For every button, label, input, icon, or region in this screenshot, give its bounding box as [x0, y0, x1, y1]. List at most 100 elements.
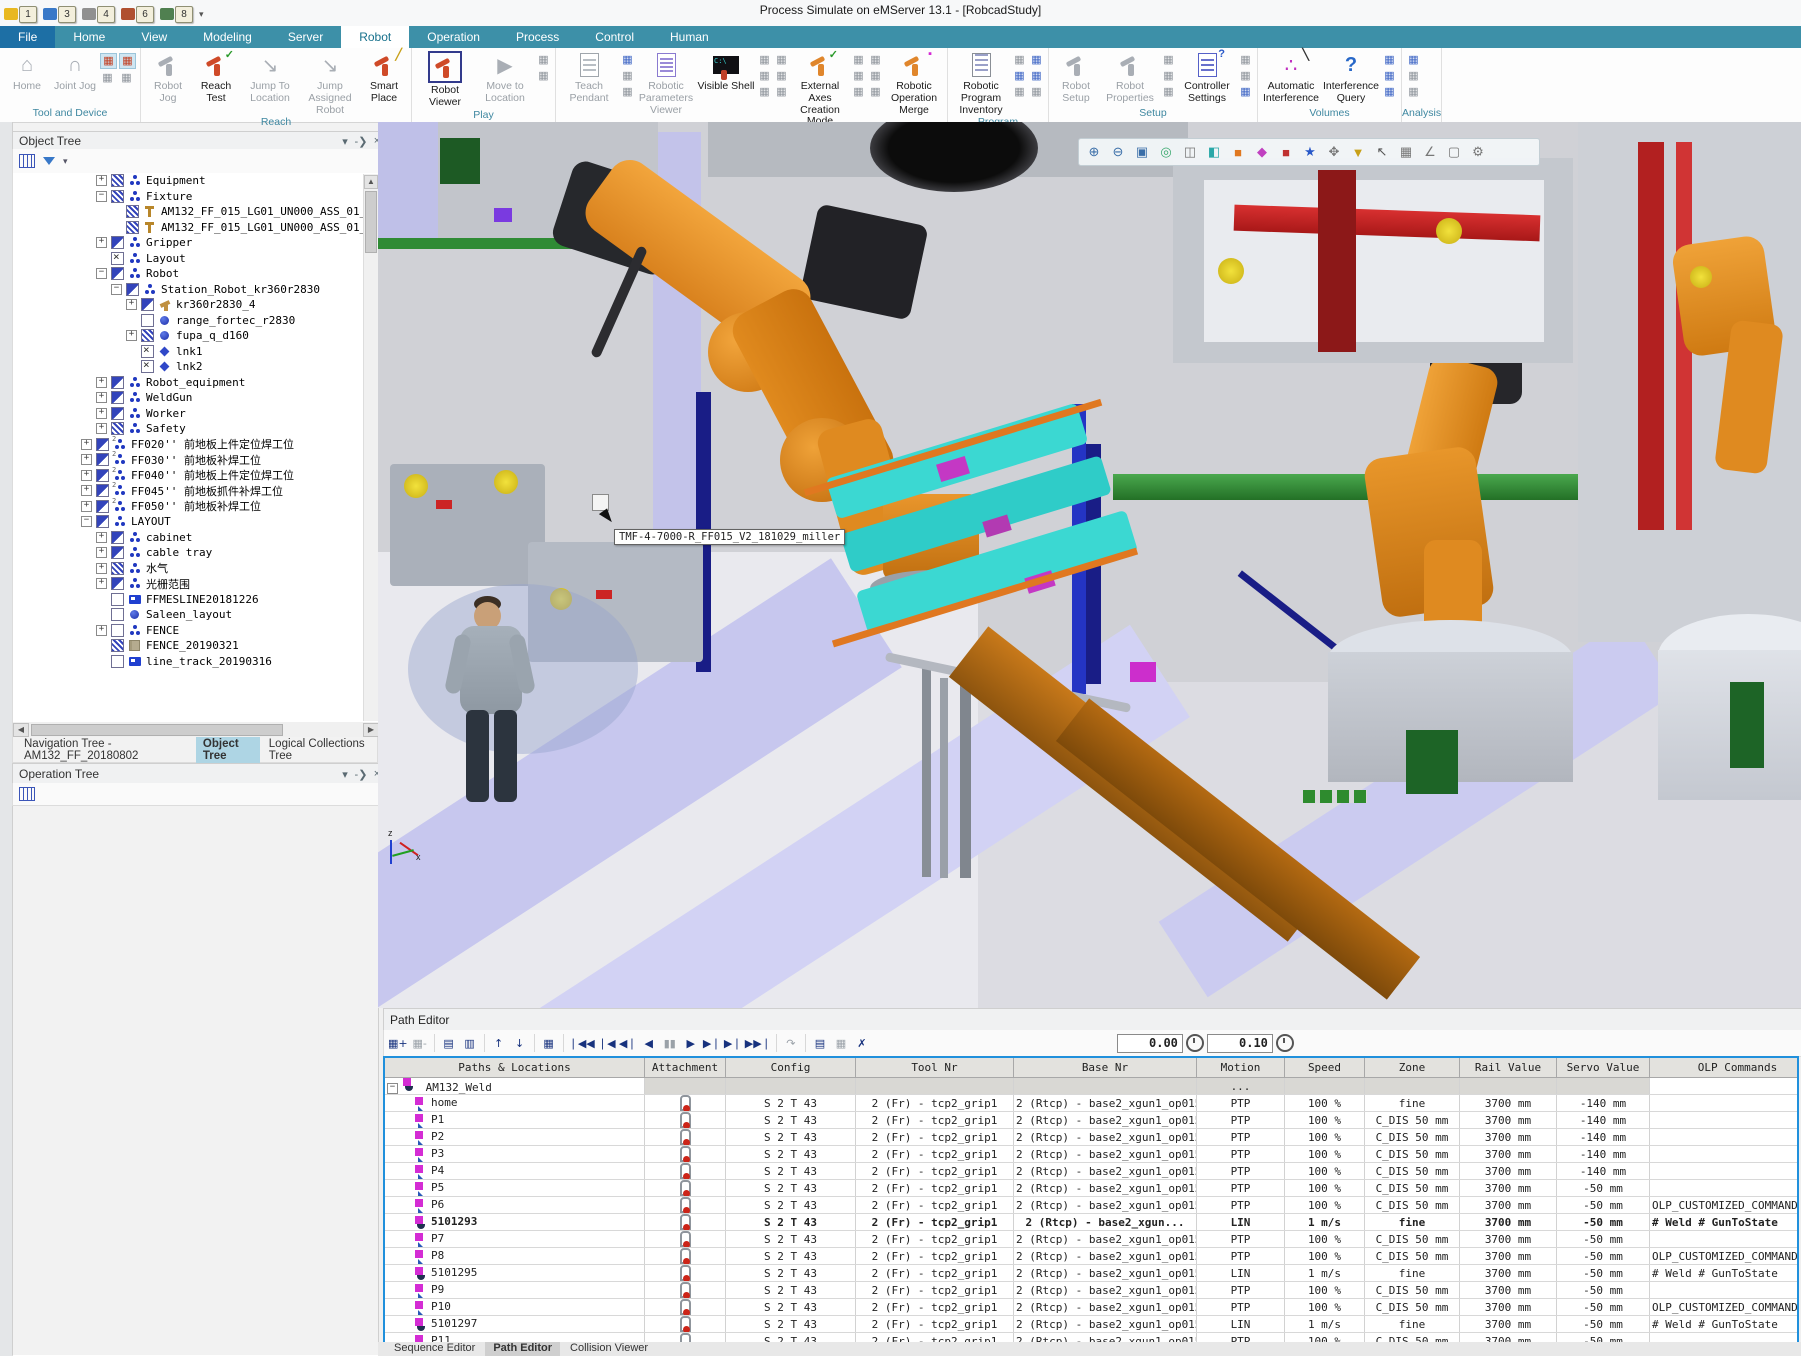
quick-access-item[interactable]: 8 [160, 6, 193, 23]
jump-to-location-button[interactable]: ↘Jump To Location [241, 50, 299, 105]
expand-toggle-icon[interactable]: + [96, 532, 107, 543]
swept-arc-icon[interactable]: ▦ [1382, 85, 1397, 99]
expand-toggle-icon[interactable]: + [81, 439, 92, 450]
doc-up-icon[interactable]: ▦ [1238, 53, 1253, 67]
table-row[interactable]: 5101293S 2 T 432 (Fr) - tcp2_grip12 (Rtc… [385, 1214, 1799, 1231]
checkbox[interactable] [141, 314, 154, 327]
tree-item[interactable]: FENCE_20190321 [13, 638, 379, 654]
quick-access-item[interactable]: 4 [82, 6, 115, 23]
expand-toggle-icon[interactable]: + [96, 392, 107, 403]
operation-merge-button[interactable]: ▪Robotic Operation Merge [885, 50, 943, 116]
checkbox[interactable] [111, 639, 124, 652]
table-row[interactable]: P5S 2 T 432 (Fr) - tcp2_grip12 (Rtcp) - … [385, 1180, 1799, 1197]
expand-toggle-icon[interactable]: + [96, 563, 107, 574]
ring-icon[interactable]: ▦ [1161, 69, 1176, 83]
checkbox[interactable] [111, 267, 124, 280]
expand-toggle-icon[interactable]: + [96, 423, 107, 434]
quick-access-item[interactable]: 6 [121, 6, 154, 23]
tree-item[interactable]: −Robot [13, 266, 379, 282]
column-header-base-nr[interactable]: Base Nr [1014, 1058, 1197, 1078]
checkbox[interactable] [96, 438, 109, 451]
expand-toggle-icon[interactable]: + [96, 408, 107, 419]
expand-toggle-icon[interactable]: − [96, 191, 107, 202]
tree-item[interactable]: AM132_FF_015_LG01_UN000_ASS_01_20190218 [13, 204, 379, 220]
copy-list-icon[interactable]: ▥ [461, 1033, 479, 1053]
checkbox[interactable] [96, 484, 109, 497]
pose-robot-b-icon[interactable]: ▦ [119, 53, 136, 69]
grid-clock-icon[interactable]: ▦ [1406, 69, 1421, 83]
zoom-out-icon[interactable]: ⊖ [1107, 142, 1129, 162]
wrench-icon[interactable]: ▦ [1161, 85, 1176, 99]
home-button[interactable]: ⌂Home [4, 50, 50, 93]
table-row[interactable]: P10S 2 T 432 (Fr) - tcp2_grip12 (Rtcp) -… [385, 1299, 1799, 1316]
table-row[interactable]: P2S 2 T 432 (Fr) - tcp2_grip12 (Rtcp) - … [385, 1129, 1799, 1146]
table-row[interactable]: P3S 2 T 432 (Fr) - tcp2_grip12 (Rtcp) - … [385, 1146, 1799, 1163]
expand-toggle-icon[interactable]: + [81, 470, 92, 481]
previous-via-icon[interactable]: ❘◀ [598, 1033, 616, 1053]
tree-item[interactable]: −LAYOUT [13, 514, 379, 530]
play-backward-icon[interactable]: ◀ [640, 1033, 658, 1053]
program-inventory-button[interactable]: Robotic Program Inventory [952, 50, 1010, 116]
ribbon-tab-server[interactable]: Server [270, 26, 341, 48]
tree-item[interactable]: +FENCE [13, 623, 379, 639]
table-row[interactable]: 5101297S 2 T 432 (Fr) - tcp2_grip12 (Rtc… [385, 1316, 1799, 1333]
checkbox[interactable] [96, 453, 109, 466]
quick-access-toolbar[interactable]: 13468▾ [4, 4, 204, 24]
zoom-in-icon[interactable]: ⊕ [1083, 142, 1105, 162]
tree-list-icon[interactable]: ▤ [440, 1033, 458, 1053]
tool-c-icon[interactable]: ▦ [757, 85, 772, 99]
tree-item[interactable]: +Safety [13, 421, 379, 437]
ribbon-tab-home[interactable]: Home [55, 26, 123, 48]
checkbox[interactable] [126, 205, 139, 218]
column-header-speed[interactable]: Speed [1285, 1058, 1365, 1078]
ribbon-tab-control[interactable]: Control [577, 26, 652, 48]
checkbox[interactable] [96, 500, 109, 513]
step-backward-icon[interactable]: ◀❘ [619, 1033, 637, 1053]
panel-menu-icon[interactable]: ▾ [337, 135, 353, 148]
tree-columns-icon[interactable] [19, 154, 35, 168]
checkbox[interactable] [111, 391, 124, 404]
view-cube-icon[interactable]: ◫ [1179, 142, 1201, 162]
pose-robot-y-icon[interactable]: ▦ [119, 71, 134, 85]
checkbox[interactable] [111, 174, 124, 187]
tree-item[interactable]: +Gripper [13, 235, 379, 251]
prog-up-icon[interactable]: ▦ [1012, 53, 1027, 67]
tree-item[interactable]: +FF030'' 前地板补焊工位 [13, 452, 379, 468]
tree-item[interactable]: +fupa_q_d160 [13, 328, 379, 344]
axis-d-icon[interactable]: ▦ [868, 53, 883, 67]
interference-query-button[interactable]: ?Interference Query [1322, 50, 1380, 105]
step-forward-icon[interactable]: ▶❘ [703, 1033, 721, 1053]
wireframe-icon[interactable]: ▦ [1395, 142, 1417, 162]
object-tree-vscrollbar[interactable]: ▲ [363, 174, 378, 721]
table-row[interactable]: P7S 2 T 432 (Fr) - tcp2_grip12 (Rtcp) - … [385, 1231, 1799, 1248]
tree-item[interactable]: +FF050'' 前地板补焊工位 [13, 499, 379, 515]
tree-item[interactable]: line_track_20190316 [13, 654, 379, 670]
axis-e-icon[interactable]: ▦ [868, 69, 883, 83]
checkbox[interactable] [141, 360, 154, 373]
checkbox[interactable] [96, 515, 109, 528]
viewer-settings-icon[interactable]: ⚙ [1467, 142, 1489, 162]
tree-item[interactable]: +cable tray [13, 545, 379, 561]
column-header-paths-locations[interactable]: Paths & Locations [385, 1058, 645, 1078]
simulation-time-field[interactable]: 0.00 [1117, 1034, 1183, 1053]
axis-f-icon[interactable]: ▦ [868, 85, 883, 99]
expand-toggle-icon[interactable]: − [111, 284, 122, 295]
swept-a-icon[interactable]: ▦ [1382, 53, 1397, 67]
prog-sync-icon[interactable]: ▦ [1012, 85, 1027, 99]
checkbox[interactable] [111, 546, 124, 559]
expand-toggle-icon[interactable]: + [96, 578, 107, 589]
checkbox[interactable] [111, 562, 124, 575]
axis-a-icon[interactable]: ▦ [851, 53, 866, 67]
doc-del-icon[interactable]: ▦ [620, 85, 635, 99]
table-row[interactable]: P6S 2 T 432 (Fr) - tcp2_grip12 (Rtcp) - … [385, 1197, 1799, 1214]
checkbox[interactable] [111, 407, 124, 420]
tree-item[interactable]: +光栅范围 [13, 576, 379, 592]
selection-arrow-icon[interactable]: ↖ [1371, 142, 1393, 162]
ribbon-tab-process[interactable]: Process [498, 26, 577, 48]
doc-check-icon[interactable]: ▦ [1238, 69, 1253, 83]
checkbox[interactable] [111, 236, 124, 249]
checkbox[interactable] [111, 655, 124, 668]
prog-new-icon[interactable]: ▦ [1029, 53, 1044, 67]
column-header-attachment[interactable]: Attachment [645, 1058, 726, 1078]
column-header-tool-nr[interactable]: Tool Nr [856, 1058, 1014, 1078]
